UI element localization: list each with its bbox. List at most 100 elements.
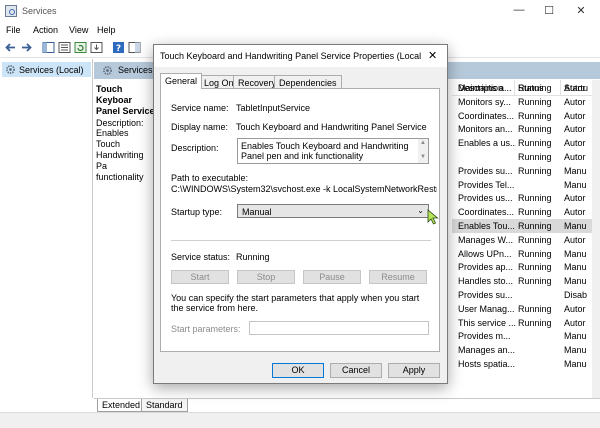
extended-description-line: functionality <box>96 172 144 182</box>
description-text: Enables Touch Keyboard and Handwriting P… <box>241 141 409 161</box>
row-description: Handles sto... <box>458 276 514 287</box>
tab-extended[interactable]: Extended <box>97 399 146 412</box>
view-tabs: Extended Standard <box>94 398 600 412</box>
ok-button[interactable]: OK <box>272 363 324 378</box>
table-row[interactable]: Provides ap... Running Manu <box>452 260 600 274</box>
table-row[interactable]: Hosts spatia... Manu <box>452 357 600 371</box>
table-row[interactable]: Handles sto... Running Manu <box>452 274 600 288</box>
display-name-label: Display name: <box>171 122 229 132</box>
close-icon[interactable]: ✕ <box>574 4 588 17</box>
show-hide-console-tree-icon[interactable] <box>42 41 55 54</box>
resume-button[interactable]: Resume <box>369 270 427 284</box>
table-row[interactable]: Enables Tou... Running Manu <box>452 219 600 233</box>
display-name-value[interactable]: Touch Keyboard and Handwriting Panel Ser… <box>236 122 427 132</box>
menu-file[interactable]: File <box>6 25 21 35</box>
service-status-label: Service status: <box>171 252 231 262</box>
cancel-button[interactable]: Cancel <box>330 363 382 378</box>
row-description: This service ... <box>458 317 516 328</box>
menu-help[interactable]: Help <box>97 25 116 35</box>
start-button[interactable]: Start <box>171 270 229 284</box>
service-status-value: Running <box>236 252 270 262</box>
row-startup-type: Autor <box>564 152 586 162</box>
table-row[interactable]: Enables a us... Running Autor <box>452 136 600 150</box>
divider <box>171 240 431 241</box>
row-startup-type: Manu <box>564 331 587 342</box>
row-description: Monitors sy... <box>458 96 511 107</box>
table-row[interactable]: Allows UPn... Running Manu <box>452 247 600 261</box>
row-status: Running <box>518 193 552 204</box>
row-description: Provides su... <box>458 290 513 300</box>
dialog-tabs: General Log On Recovery Dependencies <box>160 73 440 89</box>
mouse-cursor-icon <box>427 209 439 225</box>
stop-button[interactable]: Stop <box>237 270 295 284</box>
row-description: Provides m... <box>458 331 511 342</box>
row-startup-type: Autor <box>564 207 586 218</box>
back-arrow-icon[interactable] <box>4 41 17 54</box>
export-list-icon[interactable] <box>90 41 103 54</box>
minimize-icon[interactable]: — <box>512 4 526 16</box>
row-startup-type: Manu <box>564 359 587 369</box>
table-row[interactable]: Provides us... Running Autor <box>452 191 600 205</box>
console-tree: Services (Local) <box>0 59 93 398</box>
table-row[interactable]: Provides su... Running Manu <box>452 164 600 178</box>
table-row[interactable]: Manages an... Manu <box>452 343 600 357</box>
row-description: Hosts spatia... <box>458 359 516 369</box>
refresh-icon[interactable] <box>74 41 87 54</box>
tab-standard[interactable]: Standard <box>141 399 188 412</box>
maximize-icon[interactable]: ☐ <box>542 4 556 17</box>
row-status: Running <box>518 207 552 218</box>
forward-arrow-icon[interactable] <box>20 41 33 54</box>
scroll-down-icon[interactable]: ▼ <box>420 154 426 160</box>
startup-type-label: Startup type: <box>171 207 223 217</box>
description-scrollbar[interactable]: ▲ ▼ <box>418 139 428 163</box>
help-icon[interactable]: ? <box>112 41 125 54</box>
table-row[interactable]: Maintains a... Running Autor <box>452 81 600 95</box>
properties-pane-icon[interactable] <box>128 41 141 54</box>
list-scrollbar[interactable] <box>592 80 600 398</box>
table-row[interactable]: Coordinates... Running Autor <box>452 205 600 219</box>
row-description: Maintains a... <box>458 83 512 93</box>
scroll-up-icon[interactable]: ▲ <box>420 140 426 146</box>
list-view-icon[interactable] <box>58 41 71 54</box>
table-row[interactable]: Provides su... Disab <box>452 288 600 302</box>
row-startup-type: Autor <box>564 124 586 135</box>
startup-type-select[interactable]: Manual ⌄ <box>237 204 429 218</box>
row-startup-type: Autor <box>564 83 586 93</box>
table-row[interactable]: Provides Tel... Manu <box>452 178 600 192</box>
table-row[interactable]: Running Autor <box>452 150 600 164</box>
extended-description-line: Enables Touch <box>96 128 129 149</box>
table-row[interactable]: Manages W... Running Autor <box>452 233 600 247</box>
tree-item-services-local[interactable]: Services (Local) <box>2 62 91 77</box>
menu-action[interactable]: Action <box>33 25 58 35</box>
service-name-value[interactable]: TabletInputService <box>236 103 310 113</box>
table-row[interactable]: This service ... Running Autor <box>452 316 600 330</box>
window-title: Services <box>22 6 57 16</box>
row-description: Monitors an... <box>458 124 513 135</box>
tab-general[interactable]: General <box>160 73 203 89</box>
row-status: Running <box>518 248 552 259</box>
description-box[interactable]: Enables Touch Keyboard and Handwriting P… <box>237 138 429 164</box>
row-description: Provides ap... <box>458 262 514 273</box>
table-row[interactable]: Monitors an... Running Autor <box>452 122 600 136</box>
apply-button[interactable]: Apply <box>388 363 440 378</box>
path-value[interactable]: C:\WINDOWS\System32\svchost.exe -k Local… <box>171 184 437 194</box>
extended-description: Enables Touch Handwriting Pa functionali… <box>96 128 154 183</box>
row-startup-type: Autor <box>564 193 586 204</box>
row-description: Provides Tel... <box>458 179 515 190</box>
main-titlebar: Services — ☐ ✕ <box>0 0 600 22</box>
start-parameters-input[interactable] <box>249 321 429 335</box>
close-icon[interactable]: ✕ <box>428 49 437 62</box>
row-status: Running <box>518 138 552 149</box>
startup-type-value: Manual <box>242 207 272 217</box>
row-description: Coordinates... <box>458 207 515 218</box>
row-startup-type: Autor <box>564 317 586 328</box>
status-bar <box>0 412 600 428</box>
table-row[interactable]: User Manag... Running Autor <box>452 302 600 316</box>
menu-view[interactable]: View <box>69 25 88 35</box>
table-row[interactable]: Provides m... Manu <box>452 329 600 343</box>
pause-button[interactable]: Pause <box>303 270 361 284</box>
table-row[interactable]: Coordinates... Running Autor <box>452 109 600 123</box>
tab-dependencies[interactable]: Dependencies <box>274 75 342 89</box>
extended-description-line: Handwriting Pa <box>96 150 144 171</box>
table-row[interactable]: Monitors sy... Running Autor <box>452 95 600 109</box>
